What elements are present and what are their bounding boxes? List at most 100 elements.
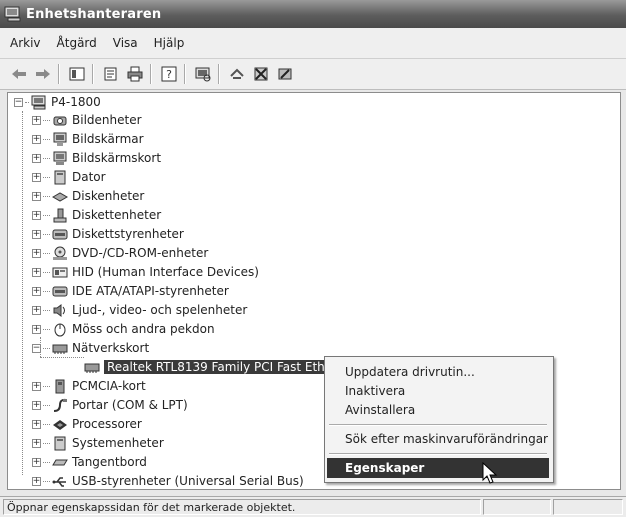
tree-category[interactable]: + PCMCIA-kort <box>32 377 146 395</box>
expand-toggle[interactable]: + <box>32 419 41 429</box>
tree-category-label: Systemenheter <box>72 436 164 450</box>
expand-toggle[interactable]: + <box>32 438 41 448</box>
tree-category[interactable]: + Tangentbord <box>32 453 147 471</box>
tree-category-expanded[interactable]: − Nätverkskort <box>32 339 149 357</box>
expand-toggle[interactable]: + <box>32 381 41 391</box>
scan-hardware-icon[interactable] <box>192 63 214 85</box>
menu-disable[interactable]: Inaktivera <box>325 381 551 401</box>
device-manager-window: Enhetshanteraren Arkiv Åtgärd Visa Hjälp… <box>0 0 626 517</box>
tree-category[interactable]: + Diskettenheter <box>32 206 161 224</box>
tree-category[interactable]: + Diskettstyrenheter <box>32 225 184 243</box>
tree-category[interactable]: + Portar (COM & LPT) <box>32 396 188 414</box>
tree-category[interactable]: + Bildskärmskort <box>32 149 161 167</box>
expand-toggle[interactable]: + <box>32 153 41 163</box>
pcmcia-icon <box>55 379 65 393</box>
tree-category-label: Bildskärmskort <box>72 151 162 165</box>
mouse-cursor-icon <box>482 462 498 484</box>
back-icon[interactable] <box>8 63 30 85</box>
tree-connector-line <box>40 357 84 358</box>
tree-category-label: Diskenheter <box>72 189 145 203</box>
menu-properties[interactable]: Egenskaper <box>327 458 549 478</box>
menu-bar: Arkiv Åtgärd Visa Hjälp <box>0 28 626 59</box>
port-icon <box>53 398 67 412</box>
menu-arkiv[interactable]: Arkiv <box>0 36 49 50</box>
expand-toggle[interactable]: + <box>32 134 41 144</box>
update-driver-icon[interactable] <box>274 63 296 85</box>
uninstall-icon[interactable] <box>226 63 248 85</box>
tree-category-label: Dator <box>72 170 106 184</box>
tree-category[interactable]: + Dator <box>32 168 106 186</box>
network-adapter-icon <box>84 363 100 373</box>
tree-category[interactable]: + Ljud-, video- och spelenheter <box>32 301 247 319</box>
console-tree-icon[interactable] <box>66 63 88 85</box>
expand-toggle[interactable]: + <box>32 476 41 486</box>
menu-atgard[interactable]: Åtgärd <box>49 36 105 50</box>
window-title: Enhetshanteraren <box>26 6 162 22</box>
help-icon[interactable]: ? <box>158 63 180 85</box>
tree-category-label: Diskettenheter <box>72 208 162 222</box>
expand-toggle[interactable]: + <box>32 172 41 182</box>
keyboard-icon <box>52 459 68 465</box>
tree-category[interactable]: + Bildenheter <box>32 111 142 129</box>
tree-category[interactable]: + Systemenheter <box>32 434 164 452</box>
disk-drive-icon <box>52 191 68 202</box>
forward-icon[interactable] <box>32 63 54 85</box>
camera-icon <box>53 116 67 125</box>
print-icon[interactable] <box>124 63 146 85</box>
tree-category[interactable]: + Processorer <box>32 415 142 433</box>
tree-category[interactable]: + DVD-/CD-ROM-enheter <box>32 244 208 262</box>
status-text: Öppnar egenskapssidan för det markerade … <box>3 499 481 515</box>
expand-toggle[interactable]: + <box>32 248 41 258</box>
menu-hjalp[interactable]: Hjälp <box>146 36 193 50</box>
title-bar[interactable]: Enhetshanteraren <box>0 0 626 28</box>
menu-separator <box>329 453 547 455</box>
menu-visa[interactable]: Visa <box>105 36 146 50</box>
expand-toggle[interactable]: + <box>32 400 41 410</box>
toolbar-separator <box>218 64 220 84</box>
tree-root[interactable]: − P4-1800 <box>14 93 101 111</box>
tree-category[interactable]: + Diskenheter <box>32 187 144 205</box>
expand-toggle[interactable]: + <box>32 229 41 239</box>
expand-toggle[interactable]: + <box>32 305 41 315</box>
tree-category[interactable]: + Bildskärmar <box>32 130 144 148</box>
tree-category-label: Bildenheter <box>72 113 142 127</box>
status-bar: Öppnar egenskapssidan för det markerade … <box>0 496 626 517</box>
monitor-icon <box>53 132 67 146</box>
toolbar-separator <box>150 64 152 84</box>
tree-category[interactable]: + Möss och andra pekdon <box>32 320 215 338</box>
expand-toggle[interactable]: + <box>32 324 41 334</box>
disable-icon[interactable] <box>250 63 272 85</box>
properties-icon[interactable] <box>100 63 122 85</box>
expand-toggle[interactable]: + <box>32 457 41 467</box>
expand-toggle[interactable]: + <box>32 267 41 277</box>
tree-category[interactable]: + IDE ATA/ATAPI-styrenheter <box>32 282 229 300</box>
expand-toggle[interactable]: + <box>32 191 41 201</box>
tree-category-label: Diskettstyrenheter <box>72 227 184 241</box>
tree-connector-line <box>22 111 23 475</box>
expand-toggle[interactable]: + <box>32 286 41 296</box>
floppy-drive-icon <box>53 208 67 222</box>
network-adapter-icon <box>52 344 68 354</box>
tree-category-label: Tangentbord <box>72 455 147 469</box>
menu-update-driver[interactable]: Uppdatera drivrutin... <box>325 362 551 382</box>
toolbar: ? <box>0 59 626 90</box>
tree-category-label: IDE ATA/ATAPI-styrenheter <box>72 284 229 298</box>
toolbar-separator <box>92 64 94 84</box>
usb-icon <box>52 476 66 487</box>
hid-icon <box>52 267 68 277</box>
collapse-toggle[interactable]: − <box>14 97 23 107</box>
display-adapter-icon <box>53 151 67 165</box>
menu-scan-hardware[interactable]: Sök efter maskinvaruförändringar <box>325 429 551 449</box>
expand-toggle[interactable]: + <box>32 210 41 220</box>
collapse-toggle[interactable]: − <box>32 343 41 353</box>
tree-category-label: Bildskärmar <box>72 132 144 146</box>
menu-uninstall[interactable]: Avinstallera <box>325 400 551 420</box>
expand-toggle[interactable]: + <box>32 115 41 125</box>
tree-category-label: Portar (COM & LPT) <box>72 398 188 412</box>
tree-category-label: HID (Human Interface Devices) <box>72 265 259 279</box>
tree-category-label: Nätverkskort <box>72 341 150 355</box>
tree-category[interactable]: + HID (Human Interface Devices) <box>32 263 259 281</box>
tree-category-label: Möss och andra pekdon <box>72 322 215 336</box>
cd-rom-icon <box>53 246 67 260</box>
tree-category[interactable]: + USB-styrenheter (Universal Serial Bus) <box>32 472 304 489</box>
